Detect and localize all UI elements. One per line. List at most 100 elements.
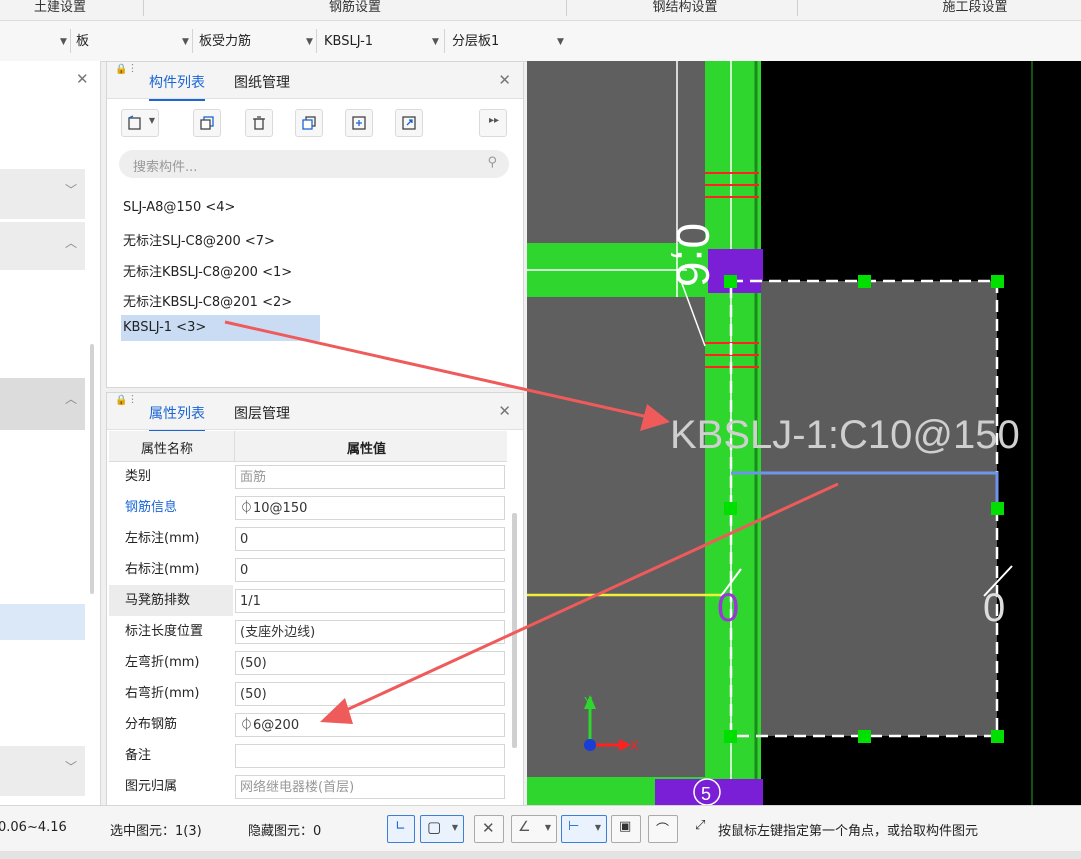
chevron-up-icon: ︿: [64, 236, 77, 250]
property-value-input[interactable]: 0: [235, 558, 505, 582]
property-name: 图元归属: [125, 779, 178, 794]
property-row: 左弯折(mm) (50): [107, 647, 507, 678]
left-scrollbar[interactable]: [90, 344, 94, 594]
ribbon-tab-steel-settings[interactable]: 钢结构设置: [630, 0, 740, 20]
close-icon[interactable]: ✕: [76, 70, 89, 88]
chevron-down-icon[interactable]: ▼: [557, 33, 564, 51]
chevron-up-icon: ︿: [64, 392, 77, 406]
property-row: 分布钢筋 ⏀6@200: [107, 709, 507, 740]
chevron-down-icon[interactable]: ▼: [60, 33, 67, 51]
property-value-input[interactable]: (50): [235, 651, 505, 675]
tab-drawing-management[interactable]: 图纸管理: [234, 72, 290, 92]
tab-component-list[interactable]: 构件列表: [149, 72, 205, 101]
property-value-input[interactable]: ⏀6@200: [235, 713, 505, 737]
status-bar: 0.06~4.16 选中图元：1(3) 隐藏图元：0 ∟ ▢ ▼ ✕ ∠ ▼ ⊢ ▼ …: [0, 805, 1081, 852]
list-item[interactable]: 无标注SLJ-C8@200 <7>: [123, 230, 275, 249]
property-name: 右弯折(mm): [125, 686, 200, 701]
property-row: 图元归属 网络继电器楼(首层): [107, 771, 507, 802]
property-name: 分布钢筋: [125, 717, 178, 732]
property-name: 右标注(mm): [125, 562, 200, 577]
drawing-canvas[interactable]: 0;6 KBSLJ-1:C10@150 0 0 5 Y X: [527, 61, 1081, 805]
selected-slab-region: [761, 281, 997, 736]
snap-select-button[interactable]: ▢ ▼: [420, 815, 464, 843]
property-list-panel: 🔒︙ 属性列表 图层管理 ✕ 属性名称 属性值 类别 面筋 钢筋信息 ⏀10@150 左…: [106, 392, 524, 807]
cross-select-button[interactable]: ✕: [474, 815, 504, 843]
elevation-readout: 0.06~4.16: [0, 820, 67, 835]
layer-select[interactable]: 分层板1: [452, 33, 499, 51]
nav-group-3[interactable]: ︿: [0, 378, 85, 430]
chevron-down-icon: ﹀: [64, 760, 77, 774]
search-icon[interactable]: ⚲: [487, 155, 497, 170]
ribbon-tab-civil-settings[interactable]: 土建设置: [20, 0, 100, 20]
ortho-toggle-button[interactable]: ∟: [387, 815, 415, 843]
dim-label-mid-left: 0: [717, 586, 739, 630]
property-value-input[interactable]: 网络继电器楼(首层): [235, 775, 505, 799]
property-value-input[interactable]: ⏀10@150: [235, 496, 505, 520]
property-scrollbar[interactable]: [512, 513, 517, 748]
chevron-down-icon[interactable]: ▼: [432, 33, 439, 51]
property-value-input[interactable]: 0: [235, 527, 505, 551]
curve-tool-button[interactable]: ⌒: [648, 815, 678, 843]
property-value-input[interactable]: (支座外边线): [235, 620, 505, 644]
list-item-selected[interactable]: KBSLJ-1 <3>: [123, 320, 206, 335]
property-row: 右弯折(mm) (50): [107, 678, 507, 709]
nav-selected-item[interactable]: [0, 604, 85, 640]
angle-tool-button[interactable]: ∠ ▼: [511, 815, 557, 843]
chevron-down-icon[interactable]: ▼: [306, 33, 313, 51]
export-component-button[interactable]: [395, 109, 423, 137]
selected-count: 选中图元：1(3): [110, 824, 202, 839]
close-icon[interactable]: ✕: [498, 71, 511, 89]
new-component-button[interactable]: ▼: [121, 109, 159, 137]
more-tools-button[interactable]: ▸▸: [479, 109, 507, 137]
ucs-x-label: X: [630, 738, 639, 753]
rebar-label: KBSLJ-1:C10@150: [670, 413, 1020, 457]
copy-component-button[interactable]: [193, 109, 221, 137]
property-value-input[interactable]: 面筋: [235, 465, 505, 489]
property-row: 右标注(mm) 0: [107, 554, 507, 585]
dim-label-top: 0;6: [667, 223, 719, 287]
dim-label-mid-right: 0: [983, 586, 1005, 630]
nav-group-4[interactable]: ﹀: [0, 746, 85, 796]
tab-property-list[interactable]: 属性列表: [149, 403, 205, 432]
lock-icon: 🔒︙: [115, 64, 138, 75]
window-bottom-strip: [0, 851, 1081, 859]
property-value-input[interactable]: (50): [235, 682, 505, 706]
property-value-input[interactable]: [235, 744, 505, 768]
ribbon-tab-rebar-settings[interactable]: 钢筋设置: [300, 0, 410, 20]
chevron-down-icon[interactable]: ▼: [182, 33, 189, 51]
property-row: 标注长度位置 (支座外边线): [107, 616, 507, 647]
component-search-input[interactable]: 搜索构件... ⚲: [119, 150, 509, 178]
ucs-y-label: Y: [584, 694, 593, 709]
ucs-origin: [584, 739, 596, 751]
property-row: 钢筋信息 ⏀10@150: [107, 492, 507, 523]
import-component-button[interactable]: [345, 109, 373, 137]
property-name: 左弯折(mm): [125, 655, 200, 670]
property-row: 左标注(mm) 0: [107, 523, 507, 554]
drawing-canvas-svg: 0;6 KBSLJ-1:C10@150 0 0 5 Y X: [527, 61, 1033, 805]
property-table-header: 属性名称 属性值: [109, 431, 507, 462]
dynamic-input-button[interactable]: ⊢ ▼: [561, 815, 607, 843]
delete-component-button[interactable]: [245, 109, 273, 137]
selector-toolbar: ▼ 板 ▼ 板受力筋 ▼ KBSLJ-1 ▼ 分层板1 ▼: [0, 21, 1081, 62]
ribbon-tab-bar: 土建设置 钢筋设置 钢结构设置 施工段设置: [0, 0, 1081, 21]
chevron-down-icon: ﹀: [64, 183, 77, 197]
ribbon-tab-stage-settings[interactable]: 施工段设置: [920, 0, 1030, 20]
tab-layer-management[interactable]: 图层管理: [234, 403, 290, 423]
resize-diagonal-icon: ⤢: [695, 818, 706, 833]
floor-type-select[interactable]: 板: [76, 33, 89, 51]
list-item[interactable]: 无标注KBSLJ-C8@201 <2>: [123, 291, 292, 310]
property-value-input[interactable]: 1/1: [235, 589, 505, 613]
close-icon[interactable]: ✕: [498, 402, 511, 420]
list-item[interactable]: SLJ-A8@150 <4>: [123, 200, 235, 215]
component-type-select[interactable]: 板受力筋: [199, 33, 251, 51]
nav-group-2[interactable]: ︿: [0, 222, 85, 270]
nav-group-1[interactable]: ﹀: [0, 169, 85, 219]
property-row: 类别 面筋: [107, 461, 507, 492]
display-toggle-button[interactable]: ▣: [611, 815, 641, 843]
lock-icon: 🔒︙: [115, 395, 138, 406]
list-item[interactable]: 无标注KBSLJ-C8@200 <1>: [123, 261, 292, 280]
property-name: 标注长度位置: [125, 624, 204, 639]
component-name-select[interactable]: KBSLJ-1: [324, 33, 373, 51]
left-nav-panel: ✕ ﹀ ︿ ︿ ﹀: [0, 61, 101, 805]
layer-copy-button[interactable]: [295, 109, 323, 137]
